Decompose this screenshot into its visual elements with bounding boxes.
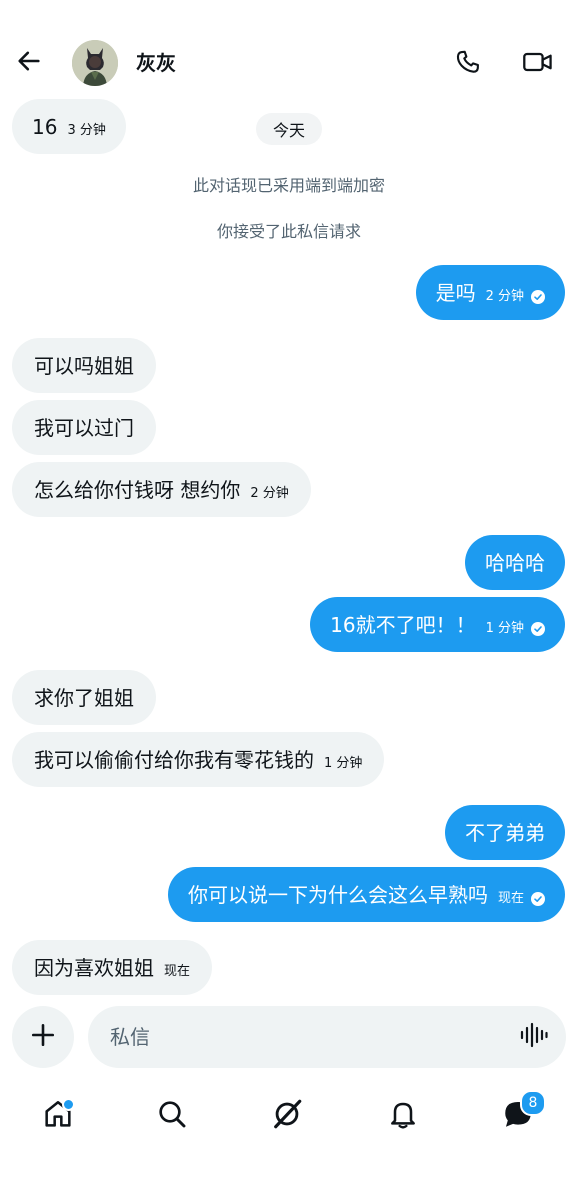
message-outgoing[interactable]: 16就不了吧！！ 1 分钟 [310,597,565,652]
video-call-button[interactable] [520,47,556,81]
message-input[interactable] [88,1006,566,1068]
message-time: 1 分钟 [485,620,524,636]
voice-wave-icon [519,1021,549,1053]
encryption-notice: 此对话现已采用端到端加密 [192,176,385,195]
message-text: 哈哈哈 [485,550,545,575]
message-text: 我可以偷偷付给你我有零花钱的 [34,747,314,772]
message-text: 你可以说一下为什么会这么早熟吗 [187,882,488,907]
message-text: 怎么给你付钱呀 想约你 [34,477,241,502]
message-incoming[interactable]: 我可以偷偷付给你我有零花钱的 1 分钟 [12,732,385,787]
message-time: 2 分钟 [485,288,524,304]
plus-icon [30,1022,56,1052]
message-text: 16就不了吧！！ [330,612,476,637]
arrow-left-icon [15,47,43,79]
contact-name[interactable]: 灰灰 [136,50,176,76]
voice-message-button[interactable] [518,1022,550,1052]
nav-search[interactable] [152,1096,192,1136]
unread-dot [62,1098,75,1111]
video-camera-icon [522,48,554,80]
nav-grok[interactable] [267,1096,307,1136]
add-media-button[interactable] [12,1006,74,1068]
message-text: 是吗 [435,280,476,305]
bottom-navigation: 8 [0,1082,578,1199]
nav-notifications[interactable] [383,1096,423,1136]
message-time: 1 分钟 [324,755,363,771]
date-separator: 今天 [256,113,322,145]
message-outgoing[interactable]: 哈哈哈 [465,535,565,590]
message-text: 我可以过门 [34,415,134,440]
message-incoming[interactable]: 16 3 分钟 [12,99,126,154]
bell-icon [387,1098,419,1134]
check-circle-icon [531,289,545,304]
message-text: 可以吗姐姐 [34,353,134,378]
message-outgoing[interactable]: 你可以说一下为什么会这么早熟吗 现在 [167,867,565,922]
messages-badge: 8 [520,1090,546,1116]
message-text: 不了弟弟 [465,820,545,845]
check-circle-icon [531,621,545,636]
message-incoming[interactable]: 求你了姐姐 [12,670,156,725]
message-time: 2 分钟 [250,485,289,501]
message-incoming[interactable]: 因为喜欢姐姐 现在 [12,940,213,995]
contact-avatar[interactable] [72,40,118,86]
call-button[interactable] [451,47,485,81]
back-button[interactable] [12,46,46,80]
message-time: 现在 [497,890,524,906]
request-accepted-notice: 你接受了此私信请求 [216,222,361,241]
phone-icon [454,48,482,80]
message-incoming[interactable]: 怎么给你付钱呀 想约你 2 分钟 [12,462,311,517]
message-text: 因为喜欢姐姐 [34,955,154,980]
message-outgoing[interactable]: 是吗 2 分钟 [415,265,565,320]
message-text: 求你了姐姐 [34,685,134,710]
conversation-header: 灰灰 [0,0,578,100]
message-time: 现在 [164,963,191,979]
grok-icon [270,1097,304,1135]
message-text: 16 [32,114,58,139]
message-outgoing[interactable]: 不了弟弟 [445,805,565,860]
nav-home[interactable] [38,1096,78,1136]
message-incoming[interactable]: 可以吗姐姐 [12,338,156,393]
check-circle-icon [531,891,545,906]
message-time: 3 分钟 [67,122,106,138]
search-icon [156,1098,188,1134]
nav-messages[interactable]: 8 [498,1090,546,1136]
message-incoming[interactable]: 我可以过门 [12,400,156,455]
